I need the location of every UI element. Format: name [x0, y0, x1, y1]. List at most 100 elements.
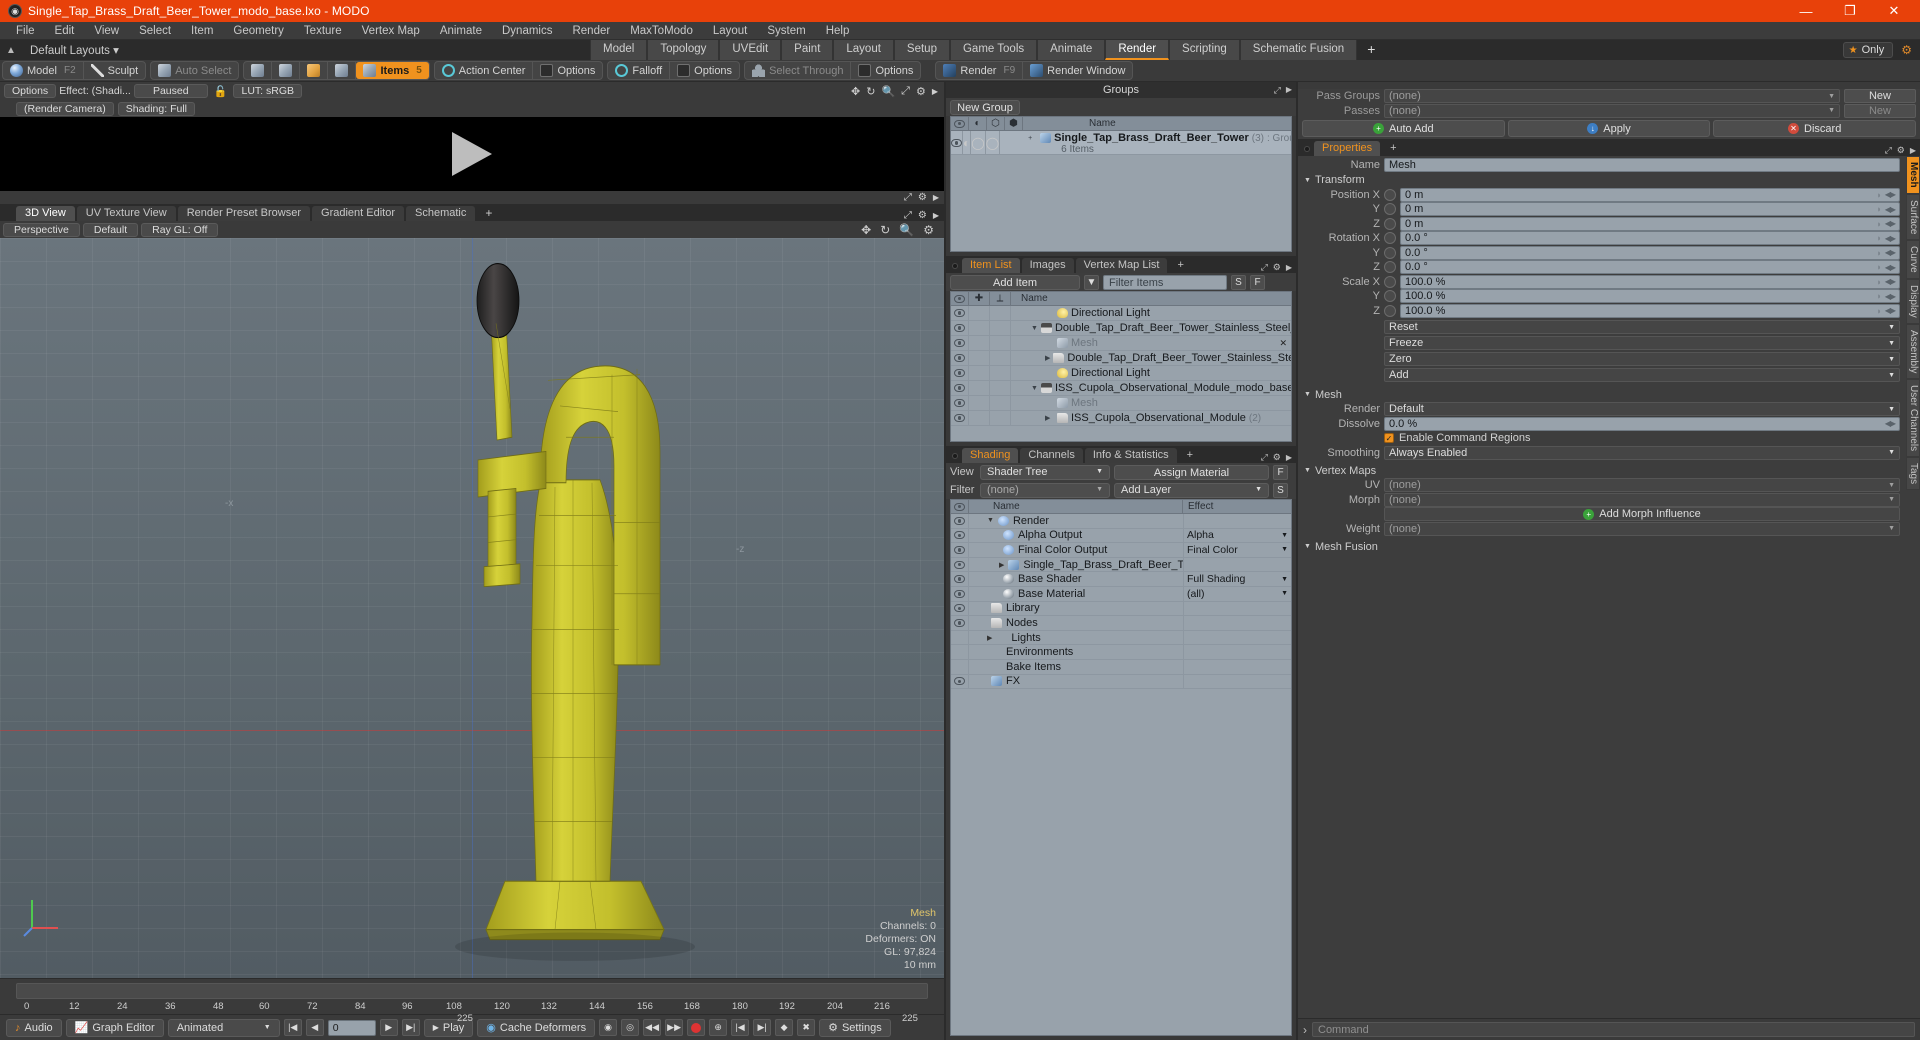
tab-images[interactable]: Images [1021, 258, 1074, 273]
preview-footer-gear-icon[interactable]: ⚙ [918, 192, 927, 203]
render-button[interactable]: Render F9 [936, 62, 1024, 79]
keyframe-dot-icon[interactable]: ◗ [1876, 248, 1881, 258]
stepper-icon[interactable]: ◀▶ [1885, 248, 1896, 257]
gear-icon[interactable]: ⚙ [1901, 43, 1912, 57]
keyframe-dot-icon[interactable]: ◗ [1876, 204, 1881, 214]
vertex-maps-group-header[interactable]: ▼ Vertex Maps [1298, 463, 1904, 478]
item-row-axis[interactable] [990, 320, 1011, 336]
shading-arrow-icon[interactable]: ▶ [1286, 453, 1292, 462]
menu-animate[interactable]: Animate [430, 22, 492, 40]
filter-s-button[interactable]: S [1231, 274, 1246, 290]
channel-knob-icon[interactable] [1384, 246, 1396, 259]
viewport-pan-icon[interactable]: ✥ [861, 223, 871, 237]
add-layout-tab-button[interactable]: + [1357, 40, 1385, 60]
channel-knob-icon[interactable] [1384, 290, 1396, 303]
shader-row-eye[interactable] [951, 630, 969, 645]
item-row-axis[interactable] [990, 350, 1011, 366]
record-button[interactable] [687, 1019, 706, 1036]
morph-dropdown[interactable]: (none) ▼ [1384, 492, 1900, 507]
menu-maxtomodo[interactable]: MaxToModo [620, 22, 703, 40]
timeline-ruler[interactable] [16, 983, 928, 999]
stepper-icon[interactable]: ◀▶ [1885, 205, 1896, 214]
weight-dropdown[interactable]: (none) ▼ [1384, 521, 1900, 536]
menu-geometry[interactable]: Geometry [223, 22, 294, 40]
side-tab-mesh[interactable]: Mesh [1906, 156, 1920, 194]
select-through-options-button[interactable]: Options [851, 62, 920, 79]
group-row-cube[interactable]: ◯ [971, 131, 986, 155]
item-row-eye[interactable] [951, 380, 969, 396]
shader-tree-row[interactable]: Base Shader Full Shading ▼ [951, 572, 1291, 587]
add-shading-tab-button[interactable]: + [1179, 448, 1201, 463]
item-row-expander[interactable]: ▶ [1045, 414, 1054, 422]
item-row-expander[interactable]: ▼ [1031, 325, 1038, 332]
lock-open-icon[interactable]: 🔓 [214, 85, 228, 98]
tab-item-list[interactable]: Item List [962, 258, 1020, 273]
tab-vertex-map-list[interactable]: Vertex Map List [1075, 258, 1168, 273]
keyframe-dot-icon[interactable]: ◗ [1876, 233, 1881, 243]
auto-select-button[interactable]: Auto Select [151, 62, 238, 79]
shader-filter-dropdown[interactable]: (none) ▼ [980, 482, 1110, 498]
item-list-gear-icon[interactable]: ⚙ [1273, 262, 1281, 273]
side-tab-curve[interactable]: Curve [1906, 240, 1920, 279]
layout-tab-schematic-fusion[interactable]: Schematic Fusion [1239, 40, 1358, 60]
layout-tab-paint[interactable]: Paint [781, 40, 834, 60]
menu-render[interactable]: Render [562, 22, 620, 40]
uv-dropdown[interactable]: (none) ▼ [1384, 478, 1900, 493]
pass-groups-new-button[interactable]: New [1844, 89, 1916, 104]
assign-material-button[interactable]: Assign Material [1114, 464, 1269, 480]
falloff-options-button[interactable]: Options [670, 62, 739, 79]
transform-button-add[interactable]: Add ▼ [1384, 368, 1900, 382]
shader-tree-row[interactable]: ▶ Lights [951, 630, 1291, 646]
shading-expand-icon[interactable]: ⤢ [1261, 452, 1268, 463]
material-mode-button[interactable] [328, 62, 357, 79]
pan-icon[interactable]: ✥ [851, 85, 860, 98]
item-list-arrow-icon[interactable]: ▶ [1286, 263, 1292, 272]
transform-row-field[interactable]: 100.0 % ◗ ◀▶ [1400, 303, 1900, 318]
transform-button-zero[interactable]: Zero ▼ [1384, 352, 1900, 366]
item-row-expander[interactable]: ▶ [1045, 354, 1050, 362]
side-tab-assembly[interactable]: Assembly [1906, 323, 1920, 379]
action-center-options-button[interactable]: Options [533, 62, 602, 79]
group-row-eye[interactable] [951, 131, 963, 155]
groups-col-render-icon[interactable]: ◐ [969, 117, 987, 131]
discard-button[interactable]: ✕ Discard [1713, 120, 1917, 137]
item-list-row[interactable]: ▼ Double_Tap_Draft_Beer_Tower_Stainless_S… [951, 320, 1291, 336]
only-toggle[interactable]: ★ Only [1842, 42, 1894, 58]
transform-button-freeze[interactable]: Freeze ▼ [1384, 336, 1900, 350]
groups-col-cube-icon[interactable]: ⬡ [987, 117, 1005, 131]
add-item-dropdown-button[interactable]: ▼ [1084, 274, 1099, 290]
shader-row-eye[interactable] [951, 616, 969, 630]
command-input[interactable]: Command [1312, 1022, 1915, 1037]
layout-home-icon[interactable]: ▲ [0, 40, 22, 60]
channel-knob-icon[interactable] [1384, 261, 1396, 274]
shader-row-eye[interactable] [951, 674, 969, 689]
keyframe-icon[interactable]: ◆ [775, 1019, 794, 1036]
render-preview-viewport[interactable] [0, 117, 944, 191]
properties-gear-icon[interactable]: ⚙ [1897, 145, 1905, 156]
shader-tree-row[interactable]: ▶Single_Tap_Brass_Draft_Beer_Tower( ... [951, 557, 1291, 573]
channel-knob-icon[interactable] [1384, 217, 1396, 230]
beer-tower-model[interactable] [0, 238, 944, 978]
channel-knob-icon[interactable] [1384, 232, 1396, 245]
filter-items-input[interactable]: Filter Items [1103, 274, 1227, 290]
item-row-eye[interactable] [951, 320, 969, 336]
close-button[interactable]: ✕ [1872, 0, 1916, 22]
keyframe-dot-icon[interactable]: ◗ [1876, 262, 1881, 272]
settings-button[interactable]: ⚙ Settings [819, 1018, 891, 1037]
viewport-tab-render-preset-browser[interactable]: Render Preset Browser [177, 206, 311, 221]
transform-row-field[interactable]: 0.0 ° ◗ ◀▶ [1400, 231, 1900, 246]
shading-gear-icon[interactable]: ⚙ [1273, 452, 1281, 463]
maximize-button[interactable]: ❐ [1828, 0, 1872, 22]
stepper-icon[interactable]: ◀▶ [1885, 306, 1896, 315]
preview-footer-arrow-icon[interactable]: ▶ [933, 193, 939, 202]
shader-row-eye[interactable] [951, 514, 969, 528]
shader-row-effect[interactable]: Alpha ▼ [1183, 528, 1291, 543]
item-row-axis[interactable] [990, 365, 1011, 381]
menu-select[interactable]: Select [129, 22, 181, 40]
layout-tab-model[interactable]: Model [590, 40, 648, 60]
delete-key-icon[interactable]: ✖ [797, 1019, 816, 1036]
filter-f-button[interactable]: F [1250, 274, 1265, 290]
layout-tab-topology[interactable]: Topology [647, 40, 720, 60]
viewport-projection-button[interactable]: Perspective [3, 222, 80, 237]
edge-mode-button[interactable] [272, 62, 301, 79]
